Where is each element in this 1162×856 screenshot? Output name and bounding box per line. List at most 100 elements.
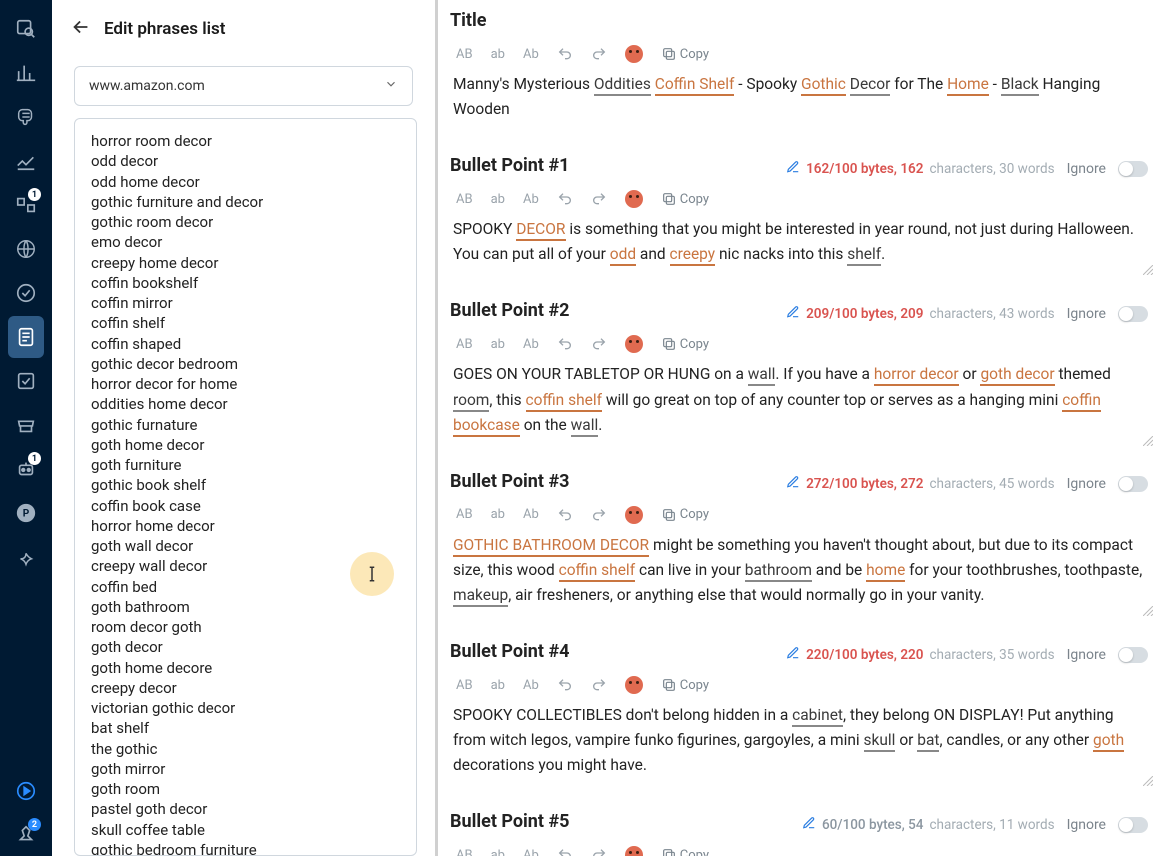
undo-icon[interactable]: [557, 847, 573, 856]
nav-store[interactable]: [8, 404, 44, 446]
undo-icon[interactable]: [557, 336, 573, 352]
pen-icon[interactable]: [786, 305, 800, 323]
resize-handle-icon[interactable]: [1143, 436, 1153, 446]
marketplace-dropdown[interactable]: www.amazon.com: [74, 66, 413, 106]
nav-bot[interactable]: 1: [8, 448, 44, 490]
redo-icon[interactable]: [591, 191, 607, 207]
undo-icon[interactable]: [557, 677, 573, 693]
phrase-line: gothic decor bedroom: [91, 354, 402, 374]
resize-handle-icon[interactable]: [1143, 606, 1153, 616]
pen-icon[interactable]: [786, 646, 800, 664]
copy-button[interactable]: Copy: [661, 847, 709, 856]
pen-icon[interactable]: [786, 160, 800, 178]
titlecase-tool[interactable]: Ab: [523, 47, 539, 62]
bullet-input[interactable]: SPOOKY DECOR is something that you might…: [450, 212, 1156, 278]
titlecase-tool[interactable]: Ab: [523, 507, 539, 522]
byte-counter: 272/100 bytes, 272 characters, 45 words: [786, 475, 1055, 493]
bullet-toolbar: AB ab Ab Copy: [450, 184, 1156, 212]
emoji-tool[interactable]: [625, 846, 643, 856]
emoji-tool[interactable]: [625, 676, 643, 694]
copy-button[interactable]: Copy: [661, 191, 709, 207]
nav-lamp[interactable]: [8, 536, 44, 578]
undo-icon[interactable]: [557, 507, 573, 523]
back-icon[interactable]: [70, 16, 92, 42]
nav-play[interactable]: [8, 770, 44, 812]
copy-button[interactable]: Copy: [661, 507, 709, 523]
keyword: goth: [1093, 731, 1124, 752]
resize-handle-icon[interactable]: [1143, 776, 1153, 786]
emoji-tool[interactable]: [625, 190, 643, 208]
copy-button[interactable]: Copy: [661, 46, 709, 62]
phrase-line: coffin bookshelf: [91, 273, 402, 293]
phrase-line: goth mirror: [91, 759, 402, 779]
keyword: skull: [864, 731, 896, 752]
ignore-toggle[interactable]: [1118, 161, 1148, 177]
nav-globe[interactable]: [8, 228, 44, 270]
redo-icon[interactable]: [591, 847, 607, 856]
titlecase-tool[interactable]: Ab: [523, 337, 539, 352]
uppercase-tool[interactable]: AB: [456, 848, 473, 856]
lowercase-tool[interactable]: ab: [491, 848, 505, 856]
phrase-line: horror decor for home: [91, 374, 402, 394]
pen-icon[interactable]: [786, 475, 800, 493]
chevron-down-icon: [384, 77, 398, 95]
redo-icon[interactable]: [591, 507, 607, 523]
keyword: goth decor: [980, 365, 1054, 386]
dropdown-value: www.amazon.com: [89, 78, 205, 94]
lowercase-tool[interactable]: ab: [491, 47, 505, 62]
bullet-input[interactable]: GOTHIC BATHROOM DECOR might be something…: [450, 528, 1156, 619]
nav-chart[interactable]: [8, 140, 44, 182]
title-toolbar: AB ab Ab Copy: [450, 39, 1156, 67]
uppercase-tool[interactable]: AB: [456, 337, 473, 352]
titlecase-tool[interactable]: Ab: [523, 848, 539, 856]
keyword: shelf: [847, 245, 881, 266]
copy-button[interactable]: Copy: [661, 336, 709, 352]
nav-tasks[interactable]: [8, 360, 44, 402]
nav-layout[interactable]: 1: [8, 184, 44, 226]
keyword: wall: [748, 365, 776, 386]
emoji-tool[interactable]: [625, 506, 643, 524]
ignore-toggle[interactable]: [1118, 647, 1148, 663]
titlecase-tool[interactable]: Ab: [523, 192, 539, 207]
uppercase-tool[interactable]: AB: [456, 678, 473, 693]
nav-listing[interactable]: [8, 316, 44, 358]
lowercase-tool[interactable]: ab: [491, 192, 505, 207]
titlecase-tool[interactable]: Ab: [523, 678, 539, 693]
copy-button[interactable]: Copy: [661, 677, 709, 693]
undo-icon[interactable]: [557, 191, 573, 207]
keyword: makeup: [453, 586, 508, 607]
ignore-toggle[interactable]: [1118, 817, 1148, 833]
phrase-line: room decor goth: [91, 617, 402, 637]
ignore-label: Ignore: [1067, 817, 1106, 833]
phrases-textarea[interactable]: horror room decorodd decorodd home decor…: [74, 118, 417, 856]
nav-pin[interactable]: 2: [8, 814, 44, 856]
bullet-input[interactable]: SPOOKY COLLECTIBLES don't belong hidden …: [450, 698, 1156, 789]
uppercase-tool[interactable]: AB: [456, 192, 473, 207]
lowercase-tool[interactable]: ab: [491, 678, 505, 693]
redo-icon[interactable]: [591, 677, 607, 693]
ignore-toggle[interactable]: [1118, 476, 1148, 492]
nav-badge: 2: [28, 818, 41, 831]
title-input[interactable]: Manny's Mysterious Oddities Coffin Shelf…: [450, 67, 1156, 133]
undo-icon[interactable]: [557, 46, 573, 62]
nav-check[interactable]: [8, 272, 44, 314]
nav-product-research[interactable]: [8, 8, 44, 50]
bullet-input[interactable]: GOES ON YOUR TABLETOP OR HUNG on a wall.…: [450, 357, 1156, 448]
uppercase-tool[interactable]: AB: [456, 507, 473, 522]
redo-icon[interactable]: [591, 46, 607, 62]
uppercase-tool[interactable]: AB: [456, 47, 473, 62]
emoji-tool[interactable]: [625, 45, 643, 63]
resize-handle-icon[interactable]: [1143, 265, 1153, 275]
nav-analytics[interactable]: [8, 52, 44, 94]
lowercase-tool[interactable]: ab: [491, 507, 505, 522]
bullet-toolbar: AB ab Ab Copy: [450, 840, 1156, 856]
keyword: Decor: [850, 75, 891, 96]
nav-p[interactable]: P: [8, 492, 44, 534]
lowercase-tool[interactable]: ab: [491, 337, 505, 352]
ignore-toggle[interactable]: [1118, 306, 1148, 322]
bullet-toolbar: AB ab Ab Copy: [450, 329, 1156, 357]
emoji-tool[interactable]: [625, 335, 643, 353]
nav-brain[interactable]: [8, 96, 44, 138]
redo-icon[interactable]: [591, 336, 607, 352]
pen-icon[interactable]: [802, 816, 816, 834]
